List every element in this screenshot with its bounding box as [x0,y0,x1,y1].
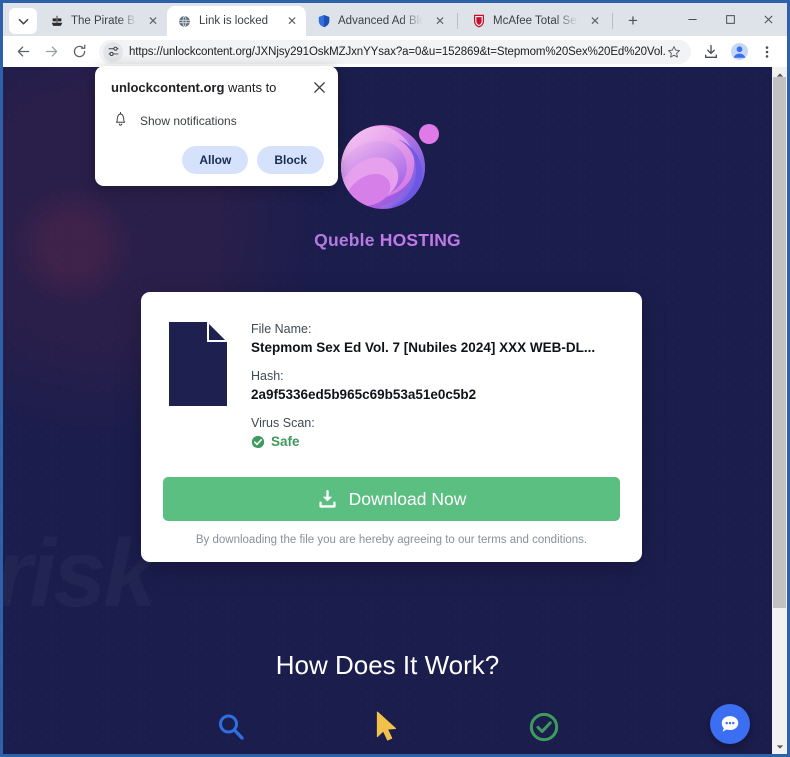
downloads-button[interactable] [697,38,725,66]
red-shield-icon [471,14,486,29]
browser-tab-link-is-locked[interactable]: Link is locked ✕ [167,6,306,36]
how-it-works-title: How Does It Work? [275,650,500,680]
permission-prompt-title: unlockcontent.org wants to [111,80,324,97]
scrollbar-down-arrow[interactable] [772,739,787,754]
reload-icon [73,44,85,58]
virus-scan-status: Safe [251,434,620,449]
logo-word-queble: Queble [314,230,380,250]
browser-tab-pirate-bay[interactable]: The Pirate Bay - The ga ✕ [39,6,167,36]
three-dot-menu-icon [765,45,769,58]
browser-tab-advanced-ad-blocker[interactable]: Advanced Ad Blocker ✕ [306,6,454,36]
profile-button[interactable] [725,38,753,66]
hash-value: 2a9f5336ed5b965c69b53a51e0c5b2 [251,387,477,402]
permission-close-button[interactable] [310,78,328,96]
allow-button[interactable]: Allow [182,145,249,174]
page-scrollbar[interactable] [772,67,787,754]
tab-close-button[interactable]: ✕ [284,13,300,29]
virus-scan-label: Virus Scan: [251,416,315,430]
file-name-value: Stepmom Sex Ed Vol. 7 [Nubiles 2024] XXX… [251,340,596,355]
notification-permission-prompt: unlockcontent.org wants to Show notifica… [95,66,338,186]
pirate-ship-icon [49,14,64,29]
terms-text: By downloading the file you are hereby a… [195,534,588,546]
bell-icon [113,111,128,132]
url-text[interactable]: https://unlockcontent.org/JXNjsy291OskMZ… [123,46,665,58]
card-top-row: File Name: Stepmom Sex Ed Vol. 7 [Nubile… [163,320,620,449]
back-button[interactable] [9,38,37,66]
scrollbar-thumb[interactable] [773,77,786,608]
close-icon [763,15,773,24]
how-it-works-steps [3,707,772,747]
blue-shield-icon [316,14,331,29]
browser-window: The Pirate Bay - The ga ✕ Link is locked… [0,0,790,757]
minimize-button[interactable] [673,3,711,36]
block-button[interactable]: Block [257,145,324,174]
tab-title: Link is locked [199,15,269,27]
window-controls [673,3,787,36]
cursor-arrow-icon [367,707,407,747]
permission-option-label: Show notifications [140,114,237,129]
hash-label: Hash: [251,369,284,383]
globe-icon [177,14,192,29]
tab-search-button[interactable] [9,8,37,34]
chevron-down-icon [18,18,28,25]
green-check-circle-icon [251,435,265,448]
tab-divider [457,13,458,29]
download-icon [319,489,336,508]
forward-arrow-icon [45,46,57,57]
profile-avatar-icon [730,42,748,61]
new-tab-button[interactable]: + [620,8,646,34]
search-magnifier-icon [211,707,251,747]
maximize-button[interactable] [711,3,749,36]
tab-title: Advanced Ad Blocker [338,15,425,27]
tab-title: McAfee Total Security [493,15,580,27]
chevron-down-icon [776,744,783,749]
green-check-circle-icon [524,707,564,747]
browser-toolbar: https://unlockcontent.org/JXNjsy291OskMZ… [3,36,787,67]
site-logo-text: Queble HOSTING [3,230,772,251]
chat-bubble-icon [721,716,739,732]
permission-buttons: Allow Block [111,145,324,174]
reload-button[interactable] [65,38,93,66]
permission-option-row: Show notifications [111,111,324,132]
back-arrow-icon [17,46,29,57]
close-window-button[interactable] [749,3,787,36]
file-info: File Name: Stepmom Sex Ed Vol. 7 [Nubile… [251,320,620,449]
browser-tab-mcafee-total-security[interactable]: McAfee Total Security ✕ [461,6,609,36]
maximize-icon [725,15,735,24]
address-bar[interactable]: https://unlockcontent.org/JXNjsy291OskMZ… [99,39,691,64]
queble-orb-logo-icon [332,109,444,221]
file-document-icon [169,322,227,406]
tab-close-button[interactable]: ✕ [145,13,161,29]
download-card: File Name: Stepmom Sex Ed Vol. 7 [Nubile… [141,292,642,562]
download-icon [705,44,717,58]
logo-word-hosting: HOSTING [379,230,461,250]
bookmark-star-icon[interactable] [665,45,683,59]
tab-divider [612,13,613,29]
permission-origin: unlockcontent.org [111,80,225,95]
tab-close-button[interactable]: ✕ [432,13,448,29]
site-settings-icon[interactable] [103,41,123,62]
minimize-icon [687,18,697,21]
permission-title-suffix: wants to [224,80,277,95]
tab-close-button[interactable]: ✕ [587,13,603,29]
tab-strip: The Pirate Bay - The ga ✕ Link is locked… [3,3,787,36]
forward-button[interactable] [37,38,65,66]
chat-widget-button[interactable] [710,704,750,744]
download-now-button[interactable]: Download Now [163,477,620,521]
tab-title: The Pirate Bay - The ga [71,15,138,27]
virus-scan-value: Safe [271,434,300,449]
close-icon [313,81,325,93]
chrome-menu-button[interactable] [753,38,781,66]
file-name-label: File Name: [251,322,312,336]
download-now-label: Download Now [348,488,467,509]
